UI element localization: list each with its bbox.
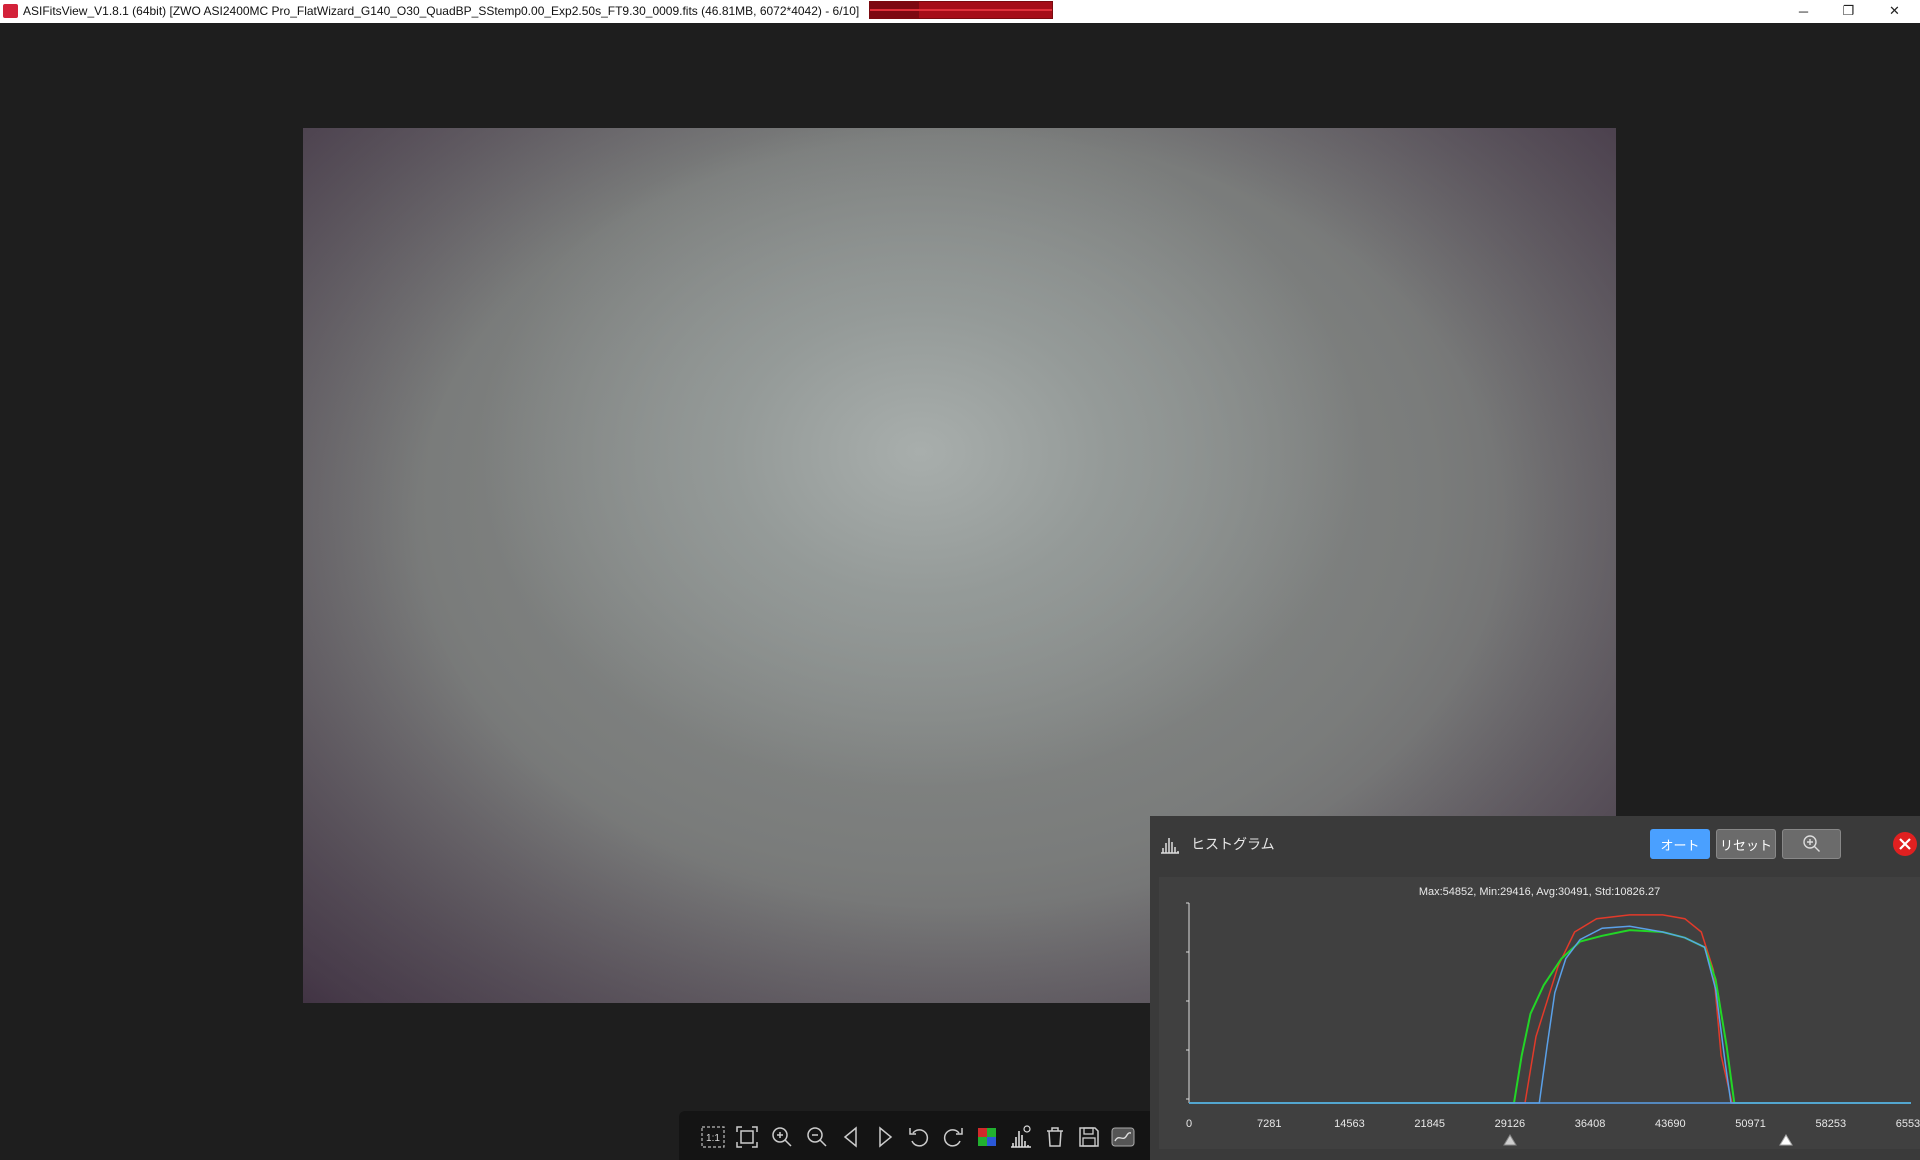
app-icon bbox=[3, 4, 18, 18]
reset-button[interactable]: リセット bbox=[1716, 829, 1776, 859]
rotate-right-icon[interactable] bbox=[941, 1125, 965, 1149]
close-window-button[interactable]: ✕ bbox=[1872, 0, 1917, 22]
x-tick-label: 58253 bbox=[1815, 1118, 1846, 1130]
low-level-marker[interactable] bbox=[1502, 1134, 1517, 1146]
previous-icon[interactable] bbox=[839, 1125, 863, 1149]
x-tick-label: 7281 bbox=[1257, 1118, 1281, 1130]
svg-text:1:1: 1:1 bbox=[706, 1133, 720, 1144]
x-tick-label: 65535 bbox=[1896, 1118, 1920, 1130]
histogram-chart: 0 7281 14563 21845 29126 36408 43690 50971 58253… bbox=[1186, 902, 1920, 1130]
next-icon[interactable] bbox=[873, 1125, 897, 1149]
close-icon: ✕ bbox=[1889, 3, 1900, 18]
delete-icon[interactable] bbox=[1043, 1125, 1067, 1149]
stretch-icon[interactable] bbox=[1111, 1125, 1135, 1149]
auto-button[interactable]: オート bbox=[1650, 829, 1710, 859]
zoom-in-icon[interactable] bbox=[770, 1125, 794, 1149]
histogram-plot: Max:54852, Min:29416, Avg:30491, Std:108… bbox=[1159, 877, 1920, 1149]
histogram-series-green bbox=[1189, 929, 1911, 1104]
fit-screen-icon[interactable] bbox=[735, 1125, 759, 1149]
color-channels-icon[interactable] bbox=[975, 1125, 999, 1149]
loading-progress-bar bbox=[869, 1, 1053, 19]
close-histogram-icon[interactable] bbox=[1892, 831, 1918, 857]
x-tick-label: 29126 bbox=[1495, 1118, 1526, 1130]
x-tick-label: 0 bbox=[1186, 1118, 1192, 1130]
x-tick-label: 14563 bbox=[1334, 1118, 1365, 1130]
window-title: ASIFitsView_V1.8.1 (64bit) [ZWO ASI2400M… bbox=[23, 4, 860, 18]
histogram-series-red bbox=[1189, 914, 1911, 1104]
save-icon[interactable] bbox=[1077, 1125, 1101, 1149]
x-tick-label: 50971 bbox=[1735, 1118, 1766, 1130]
rotate-left-icon[interactable] bbox=[907, 1125, 931, 1149]
minimize-icon: ─ bbox=[1798, 3, 1809, 19]
restore-button[interactable]: ❐ bbox=[1826, 0, 1871, 22]
progress-track-line bbox=[870, 9, 1052, 11]
x-tick-label: 21845 bbox=[1414, 1118, 1445, 1130]
zoom-in-icon bbox=[1802, 835, 1820, 852]
histogram-title: ヒストグラム bbox=[1191, 836, 1275, 852]
one-to-one-icon[interactable]: 1:1 bbox=[701, 1125, 725, 1149]
x-tick-label: 43690 bbox=[1655, 1118, 1686, 1130]
histogram-icon[interactable] bbox=[1009, 1125, 1033, 1149]
high-level-marker[interactable] bbox=[1779, 1134, 1793, 1146]
title-bar: ASIFitsView_V1.8.1 (64bit) [ZWO ASI2400M… bbox=[0, 0, 1920, 24]
histogram-series-blue bbox=[1189, 925, 1911, 1104]
histogram-zoom-button[interactable] bbox=[1782, 829, 1841, 859]
histogram-panel: ヒストグラム オート リセット Max:54852, Min:29416, Av… bbox=[1150, 816, 1920, 1160]
zoom-out-icon[interactable] bbox=[805, 1125, 829, 1149]
minimize-button[interactable]: ─ bbox=[1781, 0, 1826, 22]
x-tick-label: 36408 bbox=[1575, 1118, 1606, 1130]
restore-icon: ❐ bbox=[1842, 3, 1855, 18]
histogram-icon bbox=[1161, 838, 1179, 854]
